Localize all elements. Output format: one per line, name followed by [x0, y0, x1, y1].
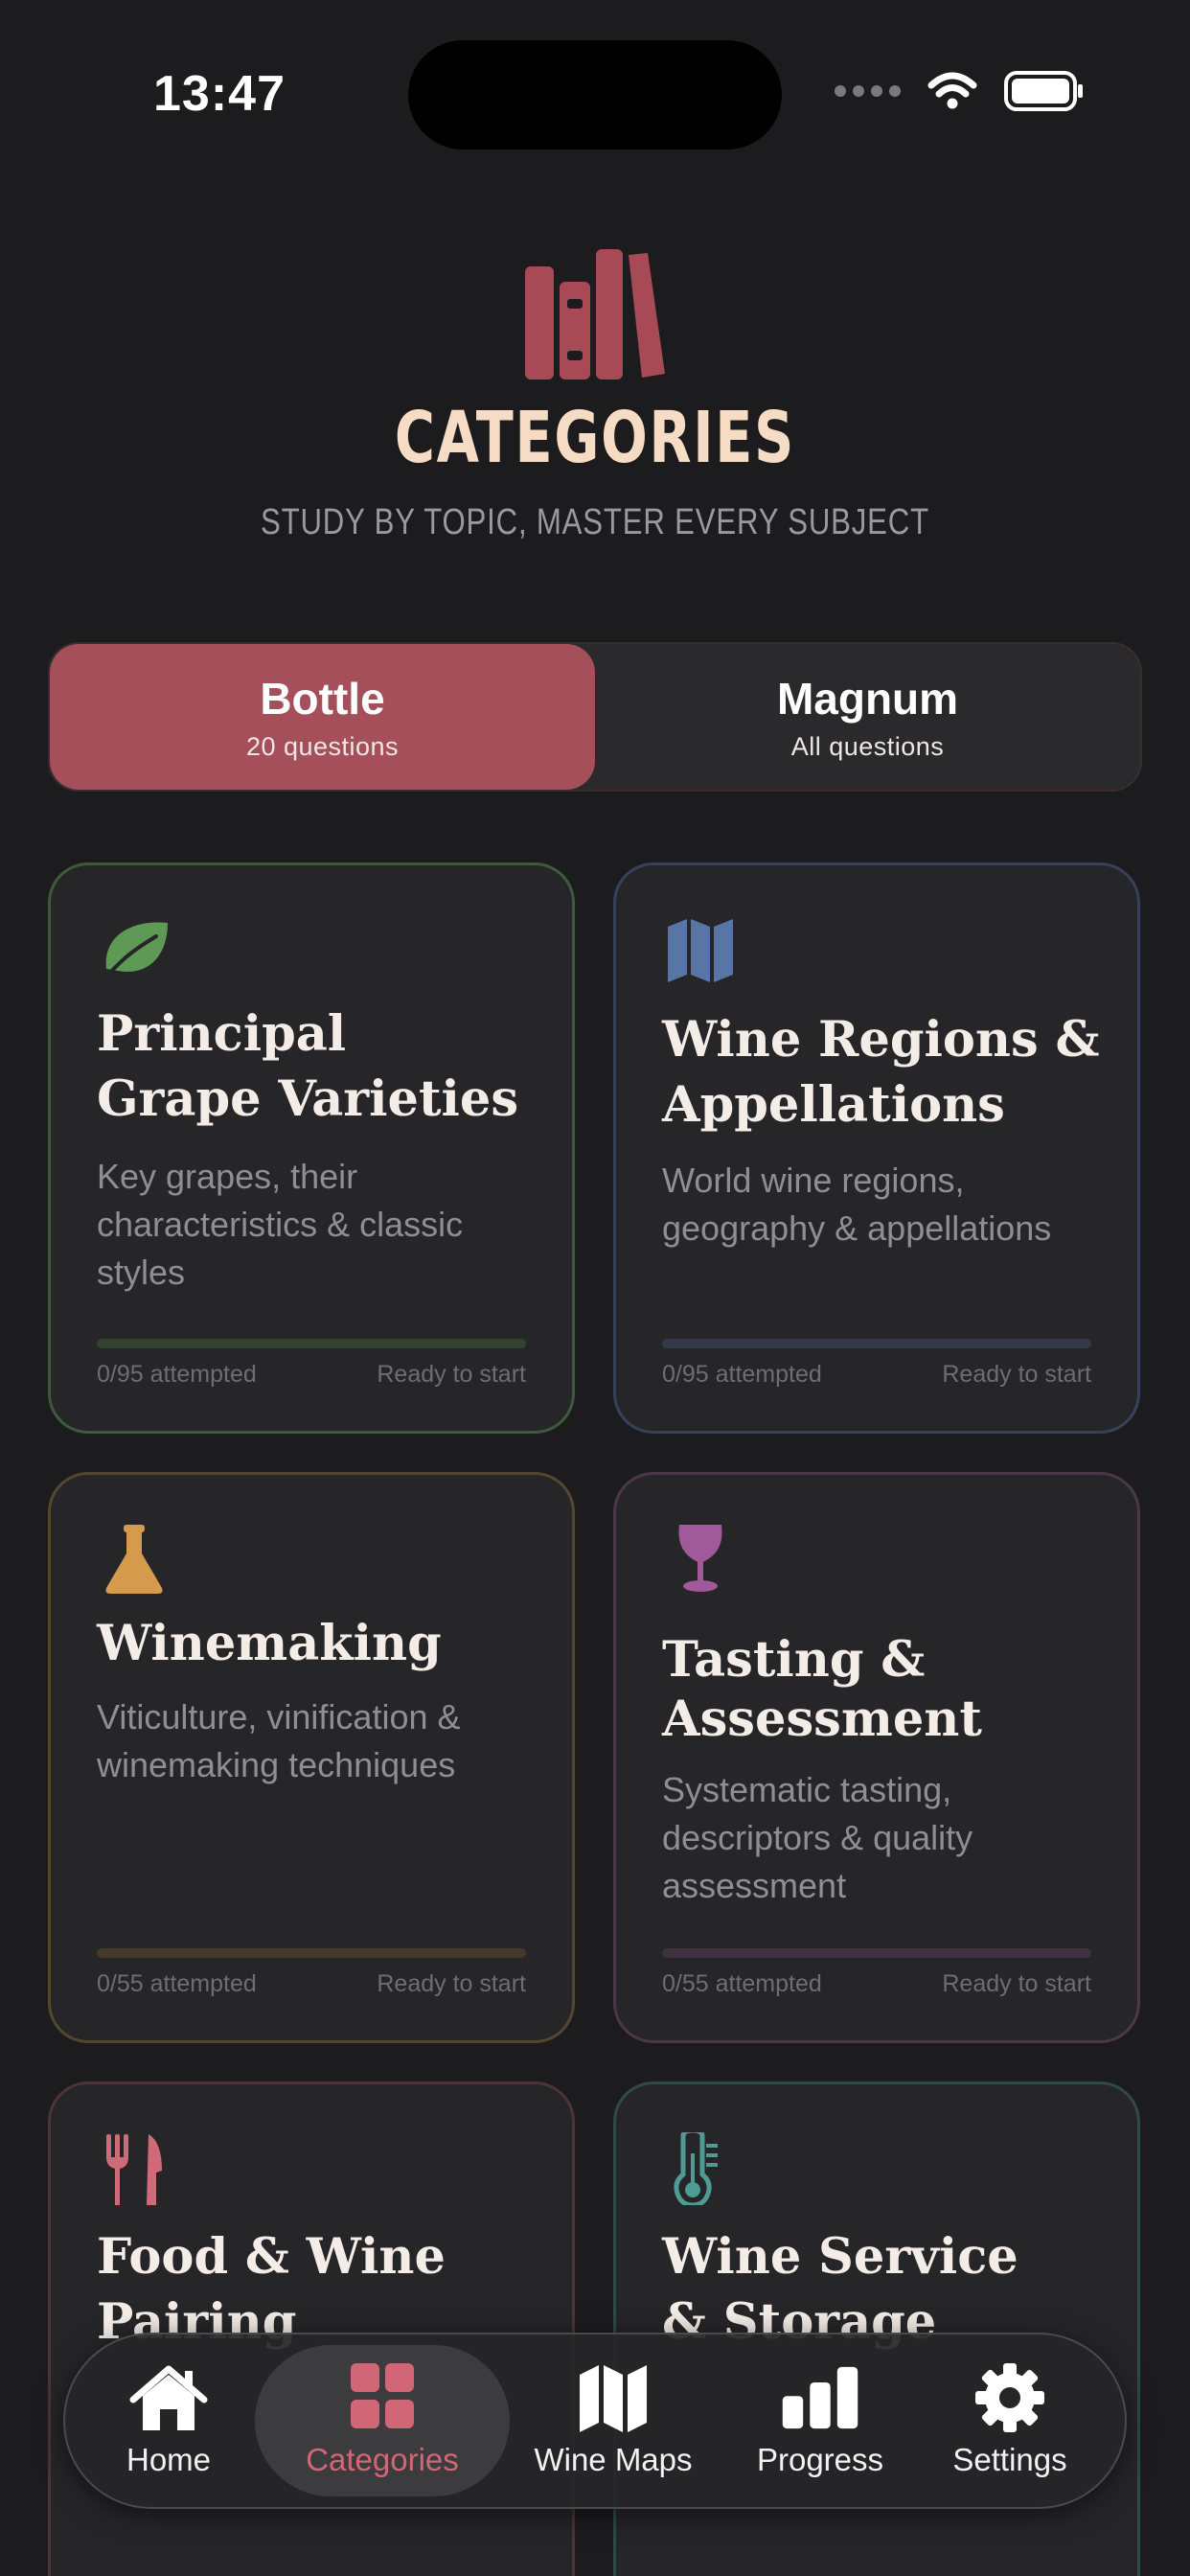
- grid-icon: [351, 2363, 414, 2428]
- magnum-mode-button[interactable]: Magnum All questions: [595, 644, 1140, 790]
- category-footer: 0/95 attempted Ready to start: [97, 1361, 526, 1389]
- status-text: Ready to start: [942, 1361, 1091, 1388]
- leaf-icon: [105, 922, 168, 977]
- cellular-signal-icon: [835, 85, 901, 97]
- attempted-count: 0/95 attempted: [662, 1361, 822, 1388]
- tab-settings[interactable]: Settings: [924, 2345, 1096, 2496]
- category-title: Winemaking: [97, 1615, 442, 1672]
- dynamic-island: [408, 40, 782, 150]
- tab-label: Wine Maps: [534, 2442, 693, 2477]
- category-footer: 0/95 attempted Ready to start: [662, 1361, 1091, 1389]
- wine-glass-icon: [678, 1525, 722, 1592]
- tab-categories[interactable]: Categories: [255, 2345, 510, 2496]
- bottle-mode-button[interactable]: Bottle 20 questions: [50, 644, 595, 790]
- flask-icon: [105, 1525, 163, 1594]
- tab-progress[interactable]: Progress: [717, 2345, 924, 2496]
- category-card-grape-varieties[interactable]: Principal Grape Varieties Key grapes, the…: [48, 862, 575, 1434]
- category-card-tasting[interactable]: Tasting & Assessment Systematic tasting, …: [613, 1472, 1140, 2043]
- categories-screen: 13:47 CATEGORIES STUDY BY TOPIC, MASTER …: [0, 0, 1190, 2576]
- tab-label: Home: [126, 2442, 212, 2477]
- attempted-count: 0/55 attempted: [662, 1970, 822, 1997]
- wifi-icon: [927, 72, 977, 109]
- bar-chart-icon: [782, 2366, 858, 2429]
- magnum-mode-label: Magnum: [776, 673, 959, 724]
- bottle-mode-sublabel: 20 questions: [245, 731, 400, 761]
- category-progress-bar: [662, 1948, 1091, 1958]
- attempted-count: 0/55 attempted: [97, 1970, 257, 1997]
- question-mode-toggle: Bottle 20 questions Magnum All questions: [48, 642, 1142, 792]
- tab-bar: Home Categories Wine Maps Progress Setti…: [63, 2333, 1127, 2509]
- bottle-mode-label: Bottle: [260, 673, 385, 724]
- battery-icon: [1004, 71, 1083, 111]
- category-title: Tasting & Assessment: [662, 1631, 982, 1748]
- status-time: 13:47: [153, 66, 286, 122]
- tab-home[interactable]: Home: [82, 2345, 255, 2496]
- fork-knife-icon: [106, 2134, 162, 2205]
- books-icon: [525, 249, 665, 380]
- map-icon: [668, 919, 733, 982]
- category-footer: 0/55 attempted Ready to start: [97, 1970, 526, 1998]
- page-subtitle: STUDY BY TOPIC, MASTER EVERY SUBJECT: [261, 502, 929, 542]
- attempted-count: 0/95 attempted: [97, 1361, 257, 1388]
- category-title: Principal Grape Varieties: [97, 1005, 519, 1128]
- thermometer-icon: [674, 2132, 718, 2205]
- category-description: Key grapes, their characteristics & clas…: [97, 1157, 464, 1292]
- tab-label: Categories: [306, 2442, 459, 2477]
- status-text: Ready to start: [377, 1970, 526, 1997]
- category-progress-bar: [97, 1948, 526, 1958]
- category-title: Wine Regions & Appellations: [662, 1011, 1100, 1134]
- category-card-winemaking[interactable]: Winemaking Viticulture, vinification & w…: [48, 1472, 575, 2043]
- category-description: Viticulture, vinification & winemaking t…: [97, 1697, 461, 1784]
- status-text: Ready to start: [377, 1361, 526, 1388]
- category-footer: 0/55 attempted Ready to start: [662, 1970, 1091, 1998]
- house-icon: [129, 2365, 208, 2430]
- tab-label: Settings: [952, 2442, 1067, 2477]
- status-indicators: [835, 71, 1085, 111]
- status-text: Ready to start: [942, 1970, 1091, 1997]
- category-progress-bar: [662, 1339, 1091, 1348]
- category-description: Systematic tasting, descriptors & qualit…: [662, 1770, 973, 1905]
- page-title: CATEGORIES: [394, 397, 796, 479]
- map-icon: [580, 2365, 647, 2432]
- category-progress-bar: [97, 1339, 526, 1348]
- tab-label: Progress: [756, 2442, 884, 2477]
- category-card-wine-regions[interactable]: Wine Regions & Appellations World wine re…: [613, 862, 1140, 1434]
- gear-icon: [975, 2363, 1044, 2432]
- category-description: World wine regions, geography & appellat…: [662, 1161, 1052, 1248]
- tab-wine-maps[interactable]: Wine Maps: [510, 2345, 717, 2496]
- magnum-mode-sublabel: All questions: [790, 731, 945, 761]
